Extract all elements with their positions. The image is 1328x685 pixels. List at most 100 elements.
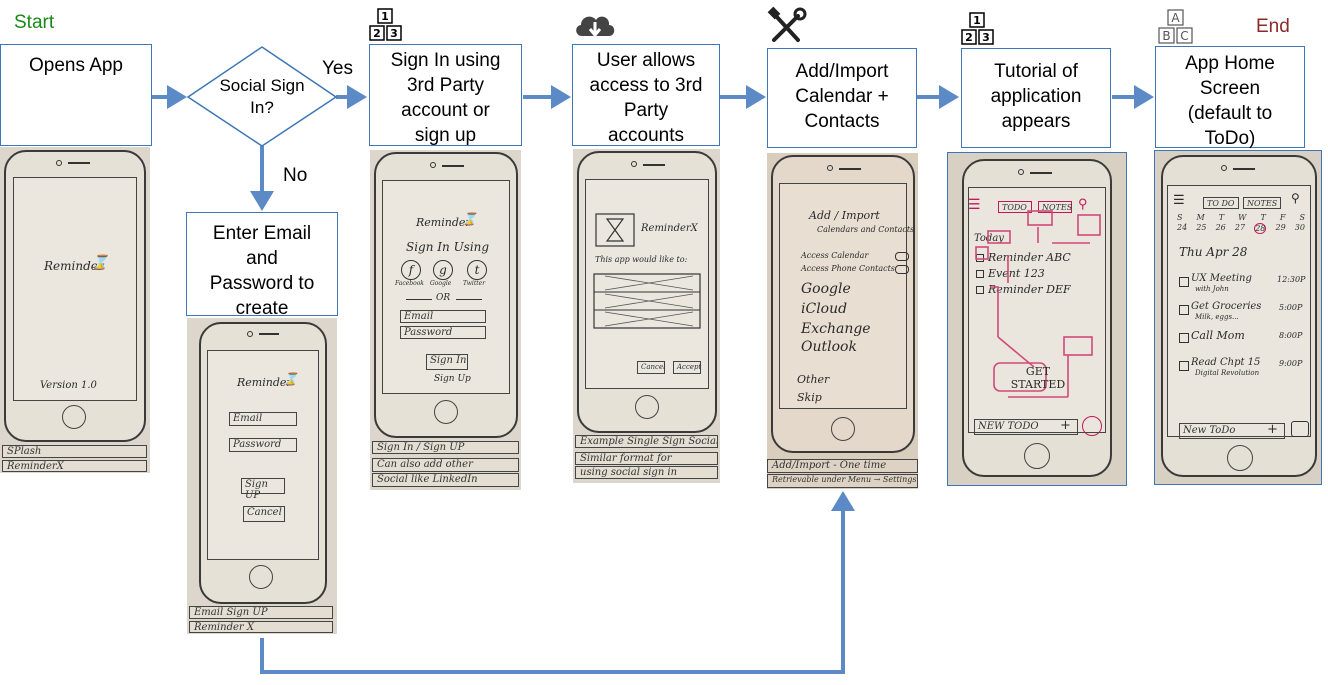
date-selected: 28 — [1254, 223, 1267, 234]
sketch-home: ☰ TO DO NOTES ⚲ S M T W T F S 24 25 26 2… — [1154, 150, 1322, 485]
tutorial-highlights — [975, 210, 1101, 398]
toggle-contacts: Access Phone Contacts — [801, 264, 895, 273]
import-subheading: Calendars and Contacts — [817, 225, 915, 234]
date-heading: Thu Apr 28 — [1179, 245, 1248, 259]
camera-dot — [1018, 169, 1024, 175]
note-line: Retrievable under Menu → Settings — [767, 474, 918, 488]
sketch-email-signup: Reminder ⌛ Email Password Sign UP Cancel… — [187, 318, 337, 634]
note-line: SPlash — [2, 445, 147, 458]
speaker-slot — [1030, 172, 1052, 174]
sketch-sign-in: Reminder ⌛ Sign In Using f g t Facebook … — [370, 150, 521, 490]
note-line: ReminderX — [2, 460, 147, 472]
signin-heading: Sign In Using — [406, 240, 490, 254]
weekday: S — [1299, 213, 1305, 222]
numbers-icon: 12 3 — [369, 8, 402, 41]
todo-item-time: 5:00P — [1279, 303, 1303, 312]
step-enter-email: Enter Email and Password to create — [186, 212, 338, 319]
accept-button: Accept — [673, 361, 701, 374]
todo-item-time: 8:00P — [1279, 331, 1303, 340]
perm-prompt: This app would like to: — [595, 255, 688, 264]
sketch-tutorial: ☰ TODO NOTES ⚲ Today Reminder ABC Event … — [947, 152, 1127, 486]
home-button — [831, 417, 855, 441]
end-label: End — [1256, 16, 1290, 37]
password-field: Password — [400, 326, 486, 339]
hourglass-icon: ⌛ — [91, 255, 109, 271]
todo-item-sub: Milk, eggs... — [1195, 313, 1239, 321]
provider-label: Twitter — [463, 280, 486, 287]
week-strip: S M T W T F S 24 25 26 27 28 29 30 — [1177, 213, 1305, 237]
sign-up-link: Sign Up — [434, 374, 471, 384]
camera-dot — [430, 162, 436, 168]
tools-icon — [767, 6, 807, 42]
date: 24 — [1177, 223, 1188, 232]
step-opens-app: Opens App — [0, 44, 152, 146]
sketch-splash: Reminder ⌛ Version 1.0 SPlash ReminderX — [0, 147, 150, 473]
home-button — [62, 405, 86, 429]
camera-dot — [247, 331, 253, 337]
cloud-download-icon — [576, 16, 615, 38]
svg-text:3: 3 — [390, 27, 398, 40]
toggle-icon — [895, 265, 909, 274]
note-line: Similar format for — [575, 452, 718, 465]
weekday: M — [1196, 213, 1205, 222]
checkbox-icon — [1179, 333, 1189, 343]
svg-text:B: B — [1162, 29, 1170, 43]
todo-item-text: Get Groceries — [1191, 301, 1262, 312]
todo-item-time: 9:00P — [1279, 359, 1303, 368]
camera-dot — [631, 161, 637, 167]
provider-label: Facebook — [395, 280, 424, 287]
google-icon: g — [433, 260, 453, 280]
facebook-icon: f — [401, 260, 421, 280]
svg-text:3: 3 — [982, 31, 990, 44]
abc-blocks-icon: AB C — [1158, 9, 1193, 44]
checkbox-icon — [1179, 305, 1189, 315]
hourglass-icon: ⌛ — [283, 372, 298, 386]
camera-dot — [56, 160, 62, 166]
note-line: Example Single Sign Social — [575, 435, 718, 448]
checkbox-icon — [1179, 361, 1189, 371]
sketch-permissions: ReminderX This app would like to: Cancel… — [573, 149, 720, 483]
svg-text:A: A — [1171, 11, 1180, 25]
step-sign-in-third-party: Sign In using 3rd Party account or sign … — [369, 44, 522, 146]
toggle-calendar: Access Calendar — [801, 251, 869, 260]
camera-dot — [1221, 165, 1227, 171]
no-label: No — [283, 165, 308, 186]
sign-in-button: Sign In — [426, 354, 468, 370]
or-divider: OR — [436, 293, 451, 303]
date: 30 — [1294, 223, 1305, 232]
home-button — [635, 395, 659, 419]
sign-up-button: Sign UP — [241, 478, 285, 501]
speaker-slot — [259, 333, 279, 335]
note-line: using social sign in — [575, 466, 718, 479]
date: 26 — [1215, 223, 1226, 232]
home-button — [434, 400, 458, 424]
source-icloud: iCloud — [801, 301, 848, 317]
perm-title: ReminderX — [641, 223, 698, 234]
svg-text:1: 1 — [973, 14, 981, 27]
search-icon: ⚲ — [1291, 191, 1300, 205]
speaker-slot — [68, 162, 90, 164]
todo-item-text: Call Mom — [1191, 329, 1245, 342]
weekday: F — [1279, 213, 1286, 222]
permission-list — [593, 273, 701, 329]
cancel-button: Cancel — [243, 506, 285, 522]
decision-text: Social Sign In? — [219, 76, 305, 117]
speaker-slot — [442, 165, 464, 167]
weekday: W — [1238, 213, 1247, 222]
step-tutorial: Tutorial of application appears — [961, 48, 1111, 148]
date: 27 — [1234, 223, 1246, 232]
twitter-icon: t — [467, 260, 487, 280]
sketch-import: Add / Import Calendars and Contacts Acce… — [767, 153, 918, 489]
toggle-icon — [895, 252, 909, 261]
svg-text:C: C — [1180, 29, 1188, 43]
speaker-slot — [1233, 168, 1255, 170]
todo-item-sub: with John — [1195, 285, 1229, 293]
numbers-icon: 12 3 — [961, 12, 994, 45]
splash-version: Version 1.0 — [40, 380, 97, 391]
email-field: Email — [229, 412, 297, 426]
tab-notes: NOTES — [1243, 197, 1281, 209]
weekday: S — [1177, 213, 1183, 222]
step-home-screen: App Home Screen (default to ToDo) — [1155, 46, 1305, 149]
note-line: Can also add other — [372, 458, 519, 472]
import-heading: Add / Import — [809, 209, 880, 222]
